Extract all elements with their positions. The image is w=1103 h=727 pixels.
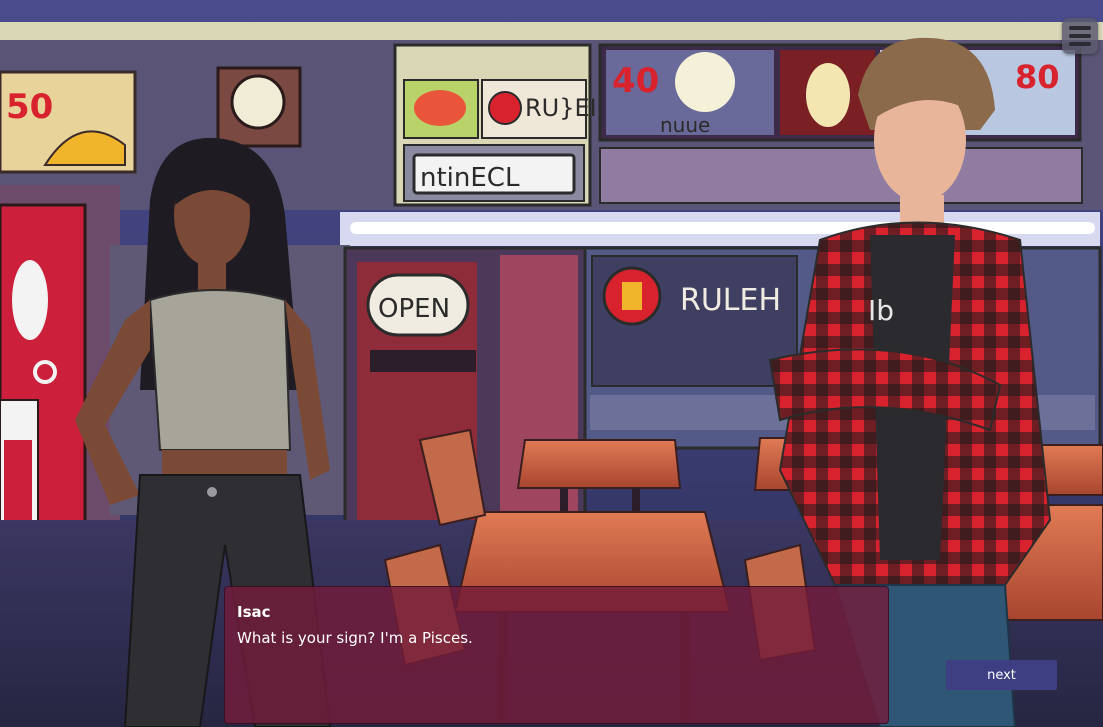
hamburger-menu-icon[interactable] [1062,18,1098,54]
dialog-text: What is your sign? I'm a Pisces. [237,629,473,647]
price-center: 40 [612,61,659,101]
game-scene: 50 RU}EI ntinECL 40 nuue 80 OPEN RULEH I… [0,0,1103,727]
vending-machine [0,203,87,577]
dialog-box: Isac What is your sign? I'm a Pisces. ne… [224,586,1057,724]
menu-line [1069,34,1091,38]
next-button[interactable]: next [946,660,1057,690]
menu-line [1069,42,1091,46]
svg-text:Ib: Ib [868,294,894,327]
menu-line [1069,26,1091,30]
stall-sign-2: ntinECL [420,163,520,193]
stall-sign-3: RU}EI [525,94,597,122]
open-sign: OPEN [378,294,450,324]
price-left: 50 [6,87,53,127]
stall-sign-4: nuue [660,113,710,137]
menu-board-left: 50 [0,70,137,174]
stall-sign-1: RULEH [680,283,781,318]
speaker-name: Isac [237,603,271,621]
price-right: 80 [1015,58,1060,96]
